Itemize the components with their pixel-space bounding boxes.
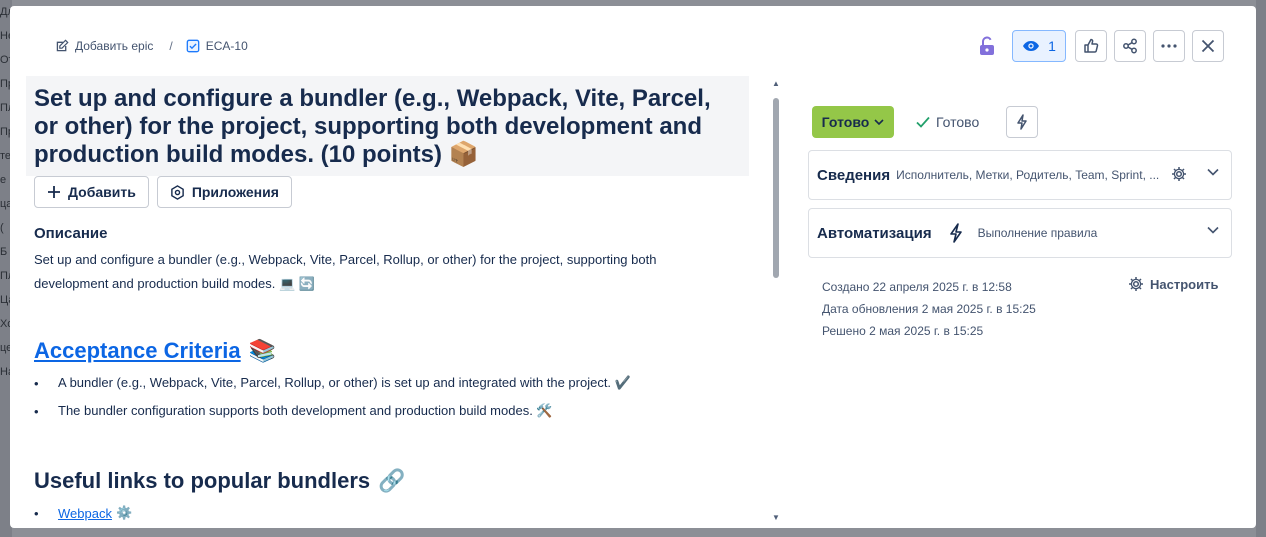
watch-button[interactable]: 1 [1012,30,1066,62]
issue-main-content: Set up and configure a bundler (e.g., We… [26,76,766,528]
content-scrollbar[interactable]: ▲ ▼ [770,78,782,526]
more-icon [1161,44,1177,48]
list-item: Webpack ⚙️ [34,499,132,527]
automation-panel[interactable]: Автоматизация Выполнение правила [808,208,1232,258]
breadcrumb: Добавить epic / ECA-10 [54,37,248,55]
list-item: The bundler configuration supports both … [34,397,631,425]
resolution-label: Готово [936,114,980,130]
automation-title: Автоматизация [817,224,932,242]
issue-modal: Добавить epic / ECA-10 1 Set up and conf… [10,6,1256,528]
list-item: A bundler (e.g., Webpack, Vite, Parcel, … [34,369,631,397]
gear-emoji: ⚙️ [115,505,133,520]
automation-action-button[interactable] [1006,106,1038,138]
created-date: Создано 22 апреля 2025 г. в 12:58 [822,280,1012,294]
share-button[interactable] [1114,30,1146,62]
lightning-icon [1016,114,1028,130]
status-dropdown[interactable]: Готово [812,106,894,138]
issue-title-box[interactable]: Set up and configure a bundler (e.g., We… [26,76,749,176]
acceptance-heading: Acceptance Criteria 📚 [34,338,276,364]
edit-icon [54,38,70,54]
add-epic-link[interactable]: Добавить epic [54,38,153,54]
unlock-icon [979,36,995,56]
configure-label: Настроить [1150,276,1219,292]
issue-key-link[interactable]: ECA-10 [185,38,248,54]
apps-hexagon-icon [170,184,185,200]
issue-dates: Создано 22 апреля 2025 г. в 12:58 Дата о… [822,276,1036,342]
configure-button[interactable]: Настроить [1128,276,1218,292]
criteria-text: The bundler configuration supports both … [58,403,553,418]
plus-icon [47,185,61,199]
thumbs-up-icon [1083,38,1099,54]
issue-toolbar: Добавить Приложения [34,176,292,208]
chevron-down-icon [1207,168,1219,176]
details-panel[interactable]: Сведения Исполнитель, Метки, Родитель, T… [808,150,1232,200]
background-right-strip [1256,0,1266,537]
add-epic-label: Добавить epic [75,39,154,53]
books-emoji: 📚 [248,338,277,363]
criteria-text: A bundler (e.g., Webpack, Vite, Parcel, … [58,375,631,390]
scroll-up-arrow[interactable]: ▲ [771,80,781,88]
link-emoji: 🔗 [378,468,406,493]
useful-links-title: Useful links to popular bundlers [34,468,371,493]
resolved-date: Решено 2 мая 2025 г. в 15:25 [822,324,984,338]
acceptance-criteria-link[interactable]: Acceptance Criteria [34,338,241,364]
chevron-down-icon [1207,226,1219,234]
like-button[interactable] [1075,30,1107,62]
breadcrumb-separator: / [169,39,173,53]
chevron-down-icon [874,119,884,125]
automation-subtitle: Выполнение правила [977,226,1098,240]
add-button-label: Добавить [68,184,136,200]
useful-links-heading: Useful links to popular bundlers 🔗 [34,468,406,494]
updated-date: Дата обновления 2 мая 2025 г. в 15:25 [822,302,1036,316]
scroll-thumb[interactable] [773,98,779,278]
gear-icon[interactable] [1171,166,1187,182]
share-icon [1122,38,1138,54]
status-label: Готово [821,114,870,130]
issue-actions: 1 [973,30,1224,62]
close-icon [1201,39,1215,53]
description-text[interactable]: Set up and configure a bundler (e.g., We… [34,248,724,296]
details-title: Сведения [817,166,891,184]
webpack-link[interactable]: Webpack [58,506,112,521]
useful-links-list: Webpack ⚙️ [34,499,132,527]
apps-button-label: Приложения [191,184,279,200]
close-button[interactable] [1192,30,1224,62]
task-checkbox-icon [185,38,201,54]
more-actions-button[interactable] [1153,30,1185,62]
lightning-icon [948,223,964,243]
acceptance-criteria-list: A bundler (e.g., Webpack, Vite, Parcel, … [34,369,631,425]
check-icon [916,116,930,128]
details-subtitle: Исполнитель, Метки, Родитель, Team, Spri… [896,168,1160,182]
resolution-indicator: Готово [916,106,979,138]
watch-count: 1 [1048,38,1056,54]
description-heading: Описание [34,225,108,242]
scroll-down-arrow[interactable]: ▼ [771,514,781,522]
gear-icon [1128,276,1144,292]
add-button[interactable]: Добавить [34,176,149,208]
issue-key: ECA-10 [205,39,248,53]
apps-button[interactable]: Приложения [156,176,292,208]
issue-title: Set up and configure a bundler (e.g., We… [34,85,711,168]
eye-icon [1022,40,1040,52]
restrictions-button[interactable] [973,30,1001,62]
